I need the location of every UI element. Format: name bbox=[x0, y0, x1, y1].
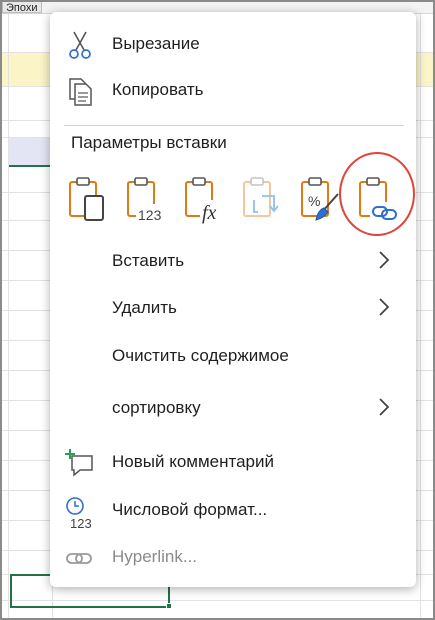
paste-values-button[interactable]: 123 bbox=[124, 174, 170, 226]
new-comment-icon bbox=[64, 448, 96, 478]
sheet-tab[interactable]: Эпохи bbox=[2, 1, 42, 14]
cut-menu-item[interactable]: Вырезание bbox=[50, 24, 416, 64]
new-comment-label: Новый комментарий bbox=[112, 452, 274, 471]
delete-menu-item[interactable]: Удалить bbox=[50, 288, 416, 328]
chevron-right-icon bbox=[376, 249, 392, 271]
insert-label: Вставить bbox=[112, 251, 185, 270]
sort-label: сортировку bbox=[112, 398, 201, 417]
paste-options-heading: Параметры вставки bbox=[71, 133, 227, 152]
context-menu: Вырезание Копировать Параметры вставки 1… bbox=[50, 12, 416, 587]
chevron-right-icon bbox=[376, 296, 392, 318]
link-icon bbox=[64, 543, 96, 573]
hyperlink-label: Hyperlink... bbox=[112, 547, 198, 566]
paste-link-highlight-circle bbox=[339, 152, 415, 236]
number-format-menu-item[interactable]: 123 Числовой формат... bbox=[50, 490, 416, 531]
paste-formatting-icon: % bbox=[301, 177, 339, 221]
cell-border-accent bbox=[8, 165, 52, 167]
grid-line bbox=[8, 14, 9, 620]
number-format-icon: 123 bbox=[64, 496, 96, 531]
fill-handle[interactable] bbox=[166, 603, 172, 609]
delete-label: Удалить bbox=[112, 298, 177, 317]
scissors-icon bbox=[64, 30, 96, 60]
paste-values-icon: 123 bbox=[127, 177, 167, 223]
paste-formatting-text: % bbox=[308, 193, 320, 209]
number-format-label: Числовой формат... bbox=[112, 500, 268, 519]
paste-values-text: 123 bbox=[138, 207, 162, 223]
insert-menu-item[interactable]: Вставить bbox=[50, 241, 416, 281]
paste-formatting-button[interactable]: % bbox=[298, 174, 344, 226]
menu-divider bbox=[64, 125, 404, 126]
new-comment-menu-item[interactable]: Новый комментарий bbox=[50, 442, 416, 482]
clear-contents-label: Очистить содержимое bbox=[112, 346, 289, 365]
paste-formulas-button[interactable]: fx bbox=[182, 174, 228, 226]
copy-menu-item[interactable]: Копировать bbox=[50, 70, 416, 110]
shaded-cell bbox=[8, 138, 50, 166]
paste-formulas-text: fx bbox=[202, 202, 217, 224]
chevron-right-icon bbox=[376, 396, 392, 418]
cut-label: Вырезание bbox=[112, 34, 200, 53]
paste-formulas-icon: fx bbox=[185, 177, 226, 224]
clear-contents-menu-item[interactable]: Очистить содержимое bbox=[50, 336, 416, 376]
copy-label: Копировать bbox=[112, 80, 204, 99]
number-format-icon-text: 123 bbox=[70, 516, 92, 530]
paste-button[interactable] bbox=[66, 174, 112, 226]
paste-icon bbox=[69, 177, 104, 221]
paste-transpose-icon bbox=[243, 177, 279, 217]
hyperlink-menu-item[interactable]: Hyperlink... bbox=[50, 537, 416, 577]
paste-transpose-button[interactable] bbox=[240, 174, 286, 226]
sort-menu-item[interactable]: сортировку bbox=[50, 388, 416, 428]
copy-icon bbox=[64, 76, 96, 106]
grid-line bbox=[420, 14, 421, 620]
